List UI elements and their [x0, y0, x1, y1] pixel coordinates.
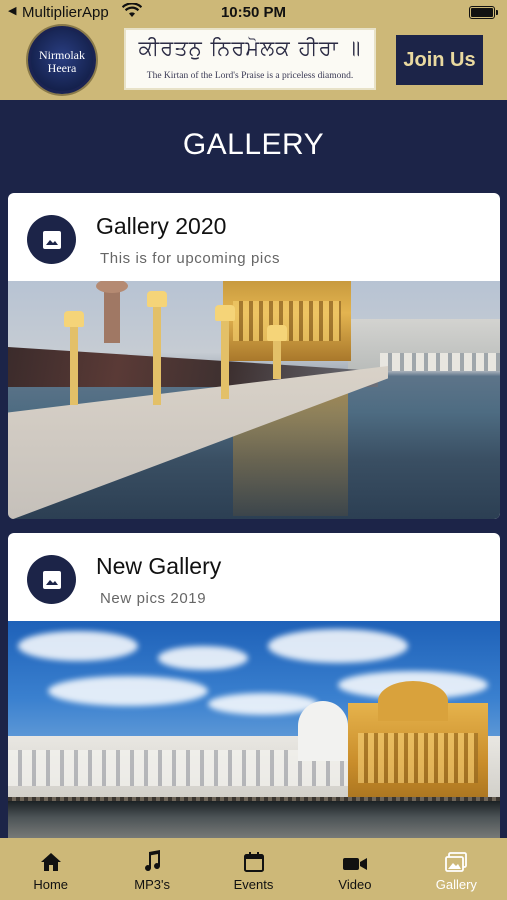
gallery-card[interactable]: Gallery 2020 This is for upcoming pics: [8, 193, 500, 519]
photo-golden-temple: [223, 281, 351, 361]
tab-label: Video: [338, 877, 372, 892]
logo-line2: Heera: [47, 61, 77, 75]
tab-gallery[interactable]: Gallery: [406, 838, 507, 900]
tab-bar: Home MP3's Events Video Gallery: [0, 838, 507, 900]
banner-gurmukhi-text: ਕੀਰਤਨੁ ਨਿਰਮੋਲਕ ਹੀਰਾ ॥: [138, 36, 362, 60]
tab-video[interactable]: Video: [304, 838, 405, 900]
status-bar: ◀ MultiplierApp 10:50 PM: [0, 0, 507, 24]
gallery-name: Gallery 2020: [96, 213, 227, 239]
photo-white-dome: [298, 701, 348, 761]
photo-cloud: [18, 631, 138, 661]
gallery-cover-photo[interactable]: [8, 281, 500, 519]
tab-label: Home: [33, 877, 69, 892]
page-title: GALLERY: [182, 128, 325, 161]
photo-cloud: [268, 629, 408, 663]
music-icon: [143, 850, 161, 872]
photo-cloud: [48, 676, 208, 706]
tab-home[interactable]: Home: [0, 838, 101, 900]
image-icon: [27, 555, 76, 604]
app-logo: Nirmolak Heera: [28, 26, 96, 94]
tab-label: Events: [233, 877, 274, 892]
photo-cloud: [158, 646, 248, 670]
gallery-description: This is for upcoming pics: [100, 250, 281, 267]
video-camera-icon: [342, 850, 367, 872]
tab-label: Gallery: [435, 877, 477, 892]
clock: 10:50 PM: [220, 4, 287, 21]
photo-lamp: [64, 311, 84, 405]
tab-label: MP3's: [134, 877, 170, 892]
gallery-card-header[interactable]: Gallery 2020 This is for upcoming pics: [8, 193, 500, 281]
top-bar: ◀ MultiplierApp 10:50 PM Nirmolak Heera …: [0, 0, 507, 100]
photo-lamp: [267, 325, 287, 379]
tab-mp3s[interactable]: MP3's: [101, 838, 202, 900]
battery-icon: [469, 6, 498, 19]
join-us-button[interactable]: Join Us: [396, 35, 483, 85]
banner-tagline: The Kirtan of the Lord's Praise is a pri…: [146, 71, 354, 81]
image-icon: [27, 215, 76, 264]
battery-level: [471, 8, 493, 17]
calendar-icon: [243, 850, 264, 872]
header-banner: ਕੀਰਤਨੁ ਨਿਰਮੋਲਕ ਹੀਰਾ ॥ The Kirtan of the …: [124, 28, 376, 90]
gallery-name: New Gallery: [96, 553, 222, 579]
photo-lamp: [147, 291, 167, 405]
photo-water: [8, 801, 500, 838]
photo-arches: [380, 353, 500, 371]
gallery-card[interactable]: New Gallery New pics 2019: [8, 533, 500, 838]
home-icon: [40, 850, 62, 872]
gallery-icon: [445, 850, 468, 872]
gallery-cover-photo[interactable]: [8, 621, 500, 838]
photo-golden-temple: [348, 681, 488, 803]
photo-tower: [96, 281, 128, 343]
tab-events[interactable]: Events: [203, 838, 304, 900]
gallery-card-header[interactable]: New Gallery New pics 2019: [8, 533, 500, 621]
gallery-description: New pics 2019: [100, 590, 207, 607]
photo-lamp: [215, 305, 235, 399]
